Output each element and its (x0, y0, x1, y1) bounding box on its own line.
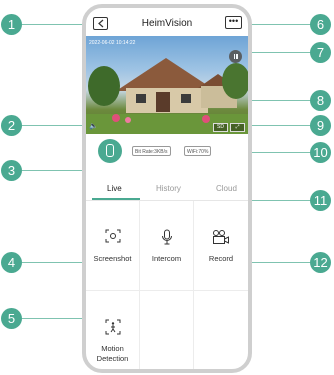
callout-12: 12 (310, 252, 331, 273)
callout-3: 3 (1, 160, 22, 181)
phone-frame: HeimVision ••• 2022-06-02 10:14:22 🔈 SD … (82, 4, 252, 373)
motion-detection-label: Motion Detection (96, 344, 129, 363)
microphone-icon (161, 229, 172, 245)
intercom-button[interactable]: Intercom (140, 201, 194, 291)
tab-cloud[interactable]: Cloud (216, 184, 237, 193)
fullscreen-button[interactable]: ⤢ (230, 123, 245, 132)
callout-11: 11 (310, 190, 331, 211)
live-video-feed[interactable]: 2022-06-02 10:14:22 🔈 SD ⤢ (86, 36, 248, 134)
callout-9: 9 (310, 115, 331, 136)
callout-10: 10 (310, 142, 331, 163)
callout-8: 8 (310, 90, 331, 111)
motion-detection-button[interactable]: Motion Detection (86, 291, 140, 369)
record-button[interactable]: Record (194, 201, 248, 291)
callout-6: 6 (310, 14, 331, 35)
callout-4: 4 (1, 252, 22, 273)
empty-cell (194, 291, 248, 369)
house-scene-image (86, 58, 248, 134)
motion-detection-icon (105, 319, 120, 335)
view-tabs: Live History Cloud (86, 180, 248, 200)
page-title: HeimVision (141, 18, 193, 29)
bitrate-badge: Bit Rate:3KB/s (132, 146, 171, 156)
video-camera-icon (213, 230, 229, 244)
wifi-badge: WiFi:70% (184, 146, 212, 156)
callout-1: 1 (1, 14, 22, 35)
screenshot-icon (105, 229, 120, 243)
screenshot-label: Screenshot (93, 254, 132, 263)
tab-history[interactable]: History (156, 184, 181, 193)
camera-device-icon (98, 139, 122, 163)
fullscreen-icon: ⤢ (235, 124, 240, 130)
more-icon: ••• (228, 16, 239, 26)
quality-button[interactable]: SD (213, 123, 228, 132)
empty-cell (140, 291, 194, 369)
callout-2: 2 (1, 115, 22, 136)
status-bar: Bit Rate:3KB/s WiFi:70% (86, 136, 248, 174)
record-label: Record (208, 254, 234, 263)
intercom-label: Intercom (151, 254, 182, 263)
more-options-button[interactable]: ••• (225, 16, 242, 29)
action-grid: Screenshot Intercom Record Motion Detect… (86, 200, 248, 369)
callout-5: 5 (1, 308, 22, 329)
callout-7: 7 (310, 42, 331, 63)
speaker-icon[interactable]: 🔈 (89, 122, 101, 131)
tab-live[interactable]: Live (107, 184, 122, 193)
video-timestamp: 2022-06-02 10:14:22 (89, 40, 136, 46)
pause-button[interactable] (229, 50, 242, 63)
screenshot-button[interactable]: Screenshot (86, 201, 140, 291)
